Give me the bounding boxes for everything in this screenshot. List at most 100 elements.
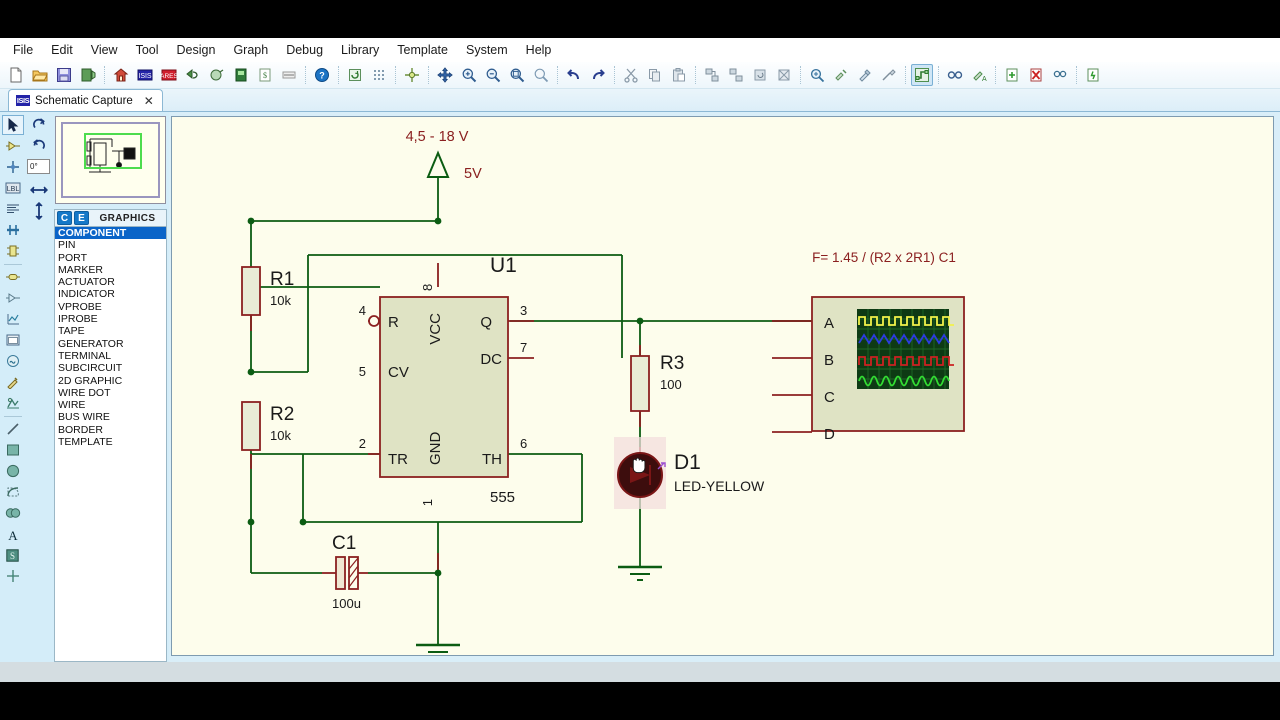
symbol-icon[interactable]: S bbox=[2, 545, 24, 565]
selector-button-e[interactable]: E bbox=[74, 211, 89, 225]
schematic-canvas[interactable]: R Q DC CV TR TH VCC GND 4 2 5 3 7 6 8 1 … bbox=[171, 116, 1274, 656]
close-icon[interactable]: ✕ bbox=[144, 94, 154, 108]
arc-icon[interactable] bbox=[2, 482, 24, 502]
marker-icon[interactable] bbox=[2, 566, 24, 586]
terminal-icon[interactable] bbox=[2, 267, 24, 287]
mirror-horizontal-icon[interactable] bbox=[28, 180, 50, 200]
zoom-in-icon[interactable] bbox=[458, 64, 480, 86]
rotate-counterclockwise-icon[interactable] bbox=[28, 136, 50, 156]
list-item[interactable]: WIRE bbox=[55, 399, 166, 411]
instrument-oscilloscope[interactable]: A B C D bbox=[811, 296, 965, 443]
list-item[interactable]: PORT bbox=[55, 252, 166, 264]
tab-schematic-capture[interactable]: ISIS Schematic Capture ✕ bbox=[8, 89, 163, 111]
wire-autorouter-icon[interactable] bbox=[911, 64, 933, 86]
open-folder-icon[interactable] bbox=[29, 64, 51, 86]
print-area-icon[interactable] bbox=[206, 64, 228, 86]
pick-device-icon[interactable] bbox=[806, 64, 828, 86]
list-item[interactable]: VPROBE bbox=[55, 301, 166, 313]
menu-item-tool[interactable]: Tool bbox=[127, 40, 168, 60]
text-icon[interactable]: A bbox=[2, 524, 24, 544]
voltage-probe-icon[interactable] bbox=[2, 372, 24, 392]
list-item[interactable]: GENERATOR bbox=[55, 338, 166, 350]
list-item[interactable]: IPROBE bbox=[55, 313, 166, 325]
menu-item-graph[interactable]: Graph bbox=[224, 40, 277, 60]
ground-symbol-led[interactable] bbox=[618, 565, 662, 581]
zoom-all-icon[interactable] bbox=[506, 64, 528, 86]
bus-icon[interactable] bbox=[2, 220, 24, 240]
generator-icon[interactable] bbox=[2, 351, 24, 371]
path-icon[interactable] bbox=[2, 503, 24, 523]
refresh-icon[interactable] bbox=[344, 64, 366, 86]
menu-item-library[interactable]: Library bbox=[332, 40, 388, 60]
list-item[interactable]: TAPE bbox=[55, 325, 166, 337]
grid-icon[interactable] bbox=[368, 64, 390, 86]
wire-label-icon[interactable]: LBL bbox=[2, 178, 24, 198]
preview-viewport-box[interactable] bbox=[84, 133, 142, 169]
virtual-instrument-icon[interactable] bbox=[2, 393, 24, 413]
ares-icon[interactable]: ARES bbox=[158, 64, 180, 86]
selection-arrow-icon[interactable] bbox=[1, 115, 24, 135]
list-item[interactable]: TEMPLATE bbox=[55, 436, 166, 448]
list-item[interactable]: BORDER bbox=[55, 424, 166, 436]
goto-sheet-icon[interactable] bbox=[1082, 64, 1104, 86]
remove-sheet-icon[interactable] bbox=[1025, 64, 1047, 86]
menu-item-debug[interactable]: Debug bbox=[277, 40, 332, 60]
exit-sheet-icon[interactable] bbox=[1049, 64, 1071, 86]
list-item[interactable]: PIN bbox=[55, 239, 166, 251]
print-icon[interactable] bbox=[182, 64, 204, 86]
block-move-icon[interactable] bbox=[725, 64, 747, 86]
new-sheet-icon[interactable] bbox=[1001, 64, 1023, 86]
pan-icon[interactable] bbox=[434, 64, 456, 86]
menu-item-system[interactable]: System bbox=[457, 40, 517, 60]
text-script-icon[interactable] bbox=[2, 199, 24, 219]
list-item[interactable]: WIRE DOT bbox=[55, 387, 166, 399]
cut-icon[interactable] bbox=[620, 64, 642, 86]
packaging-icon[interactable] bbox=[854, 64, 876, 86]
menu-item-edit[interactable]: Edit bbox=[42, 40, 82, 60]
home-icon[interactable] bbox=[110, 64, 132, 86]
redo-icon[interactable] bbox=[587, 64, 609, 86]
save-icon[interactable] bbox=[53, 64, 75, 86]
import-export-icon[interactable] bbox=[77, 64, 99, 86]
menu-item-design[interactable]: Design bbox=[168, 40, 225, 60]
new-file-icon[interactable] bbox=[5, 64, 27, 86]
make-device-icon[interactable] bbox=[830, 64, 852, 86]
component-r1[interactable]: R1 10k bbox=[241, 266, 294, 316]
paste-icon[interactable] bbox=[668, 64, 690, 86]
decompose-icon[interactable] bbox=[878, 64, 900, 86]
isis-icon[interactable]: ISIS bbox=[134, 64, 156, 86]
circle-icon[interactable] bbox=[2, 461, 24, 481]
overview-preview-panel[interactable] bbox=[55, 116, 166, 204]
undo-icon[interactable] bbox=[563, 64, 585, 86]
subcircuit-icon[interactable] bbox=[2, 241, 24, 261]
netlist-icon[interactable] bbox=[278, 64, 300, 86]
block-copy-icon[interactable] bbox=[701, 64, 723, 86]
menu-item-view[interactable]: View bbox=[82, 40, 127, 60]
list-item[interactable]: BUS WIRE bbox=[55, 411, 166, 423]
object-selector-list[interactable]: COMPONENT PIN PORT MARKER ACTUATOR INDIC… bbox=[54, 226, 167, 662]
graph-icon[interactable] bbox=[2, 309, 24, 329]
help-icon[interactable]: ? bbox=[311, 64, 333, 86]
list-item[interactable]: INDICATOR bbox=[55, 288, 166, 300]
selector-button-c[interactable]: C bbox=[57, 211, 72, 225]
list-item[interactable]: MARKER bbox=[55, 264, 166, 276]
device-pin-icon[interactable] bbox=[2, 288, 24, 308]
component-icon[interactable] bbox=[2, 136, 24, 156]
rotation-angle-input[interactable]: 0° bbox=[27, 159, 50, 174]
block-rotate-icon[interactable] bbox=[749, 64, 771, 86]
search-tag-icon[interactable] bbox=[944, 64, 966, 86]
box-icon[interactable] bbox=[2, 440, 24, 460]
component-c1[interactable]: C1 100u bbox=[332, 533, 361, 611]
menu-item-help[interactable]: Help bbox=[517, 40, 561, 60]
list-item[interactable]: SUBCIRCUIT bbox=[55, 362, 166, 374]
mirror-vertical-icon[interactable] bbox=[28, 201, 50, 221]
component-r3[interactable]: R3 100 bbox=[630, 353, 684, 412]
component-r2[interactable]: R2 10k bbox=[241, 401, 294, 451]
zoom-area-icon[interactable] bbox=[530, 64, 552, 86]
component-u1-555[interactable]: R Q DC CV TR TH VCC GND 4 2 5 3 7 6 8 1 … bbox=[359, 254, 527, 506]
list-item[interactable]: TERMINAL bbox=[55, 350, 166, 362]
rotate-clockwise-icon[interactable] bbox=[28, 115, 50, 135]
list-item[interactable]: 2D GRAPHIC bbox=[55, 375, 166, 387]
line-icon[interactable] bbox=[2, 419, 24, 439]
zoom-out-icon[interactable] bbox=[482, 64, 504, 86]
